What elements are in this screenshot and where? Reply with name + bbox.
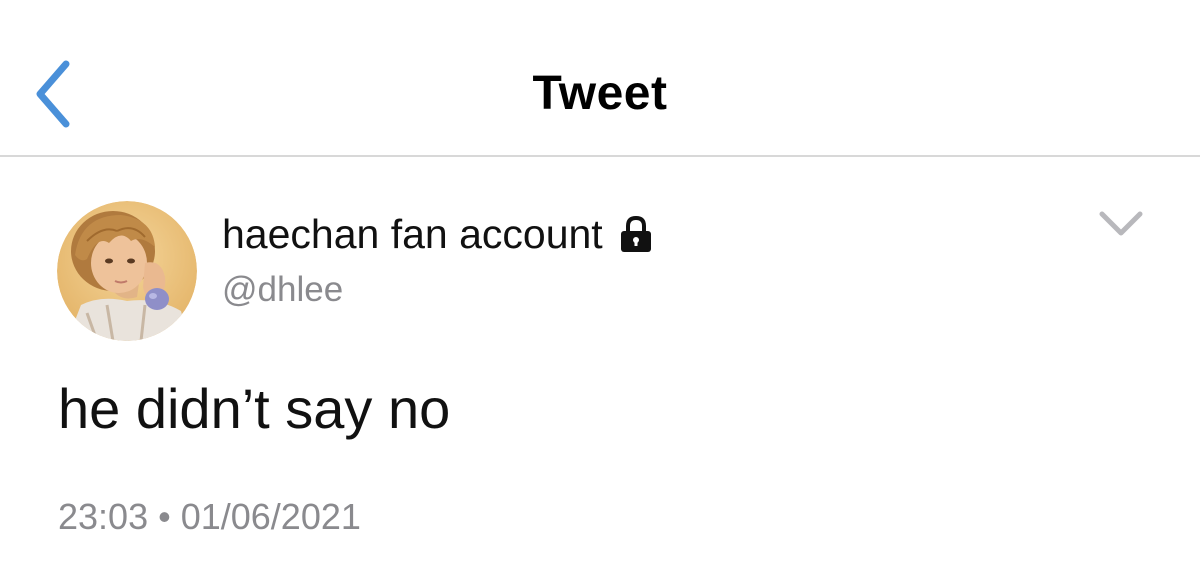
- tweet-text: he didn’t say no: [58, 377, 451, 440]
- avatar[interactable]: [57, 201, 197, 341]
- meta-separator: •: [158, 496, 171, 537]
- tweet-date: 01/06/2021: [180, 496, 361, 537]
- profile-photo: [57, 201, 197, 341]
- tweet-time: 23:03: [58, 496, 149, 537]
- navigation-bar: Tweet: [0, 0, 1200, 157]
- author-name-row: haechan fan account: [222, 206, 653, 262]
- page-title: Tweet: [532, 67, 668, 120]
- lock-icon: [620, 215, 651, 252]
- author-handle[interactable]: @dhlee: [222, 270, 343, 310]
- tweet-options-button[interactable]: [1096, 206, 1146, 242]
- tweet-detail-screen: Tweet haechan fan account @dhlee he didn…: [0, 0, 1200, 588]
- author-display-name[interactable]: haechan fan account: [222, 211, 603, 258]
- chevron-down-icon: [1099, 211, 1143, 236]
- tweet-timestamp: 23:03 • 01/06/2021: [58, 496, 361, 538]
